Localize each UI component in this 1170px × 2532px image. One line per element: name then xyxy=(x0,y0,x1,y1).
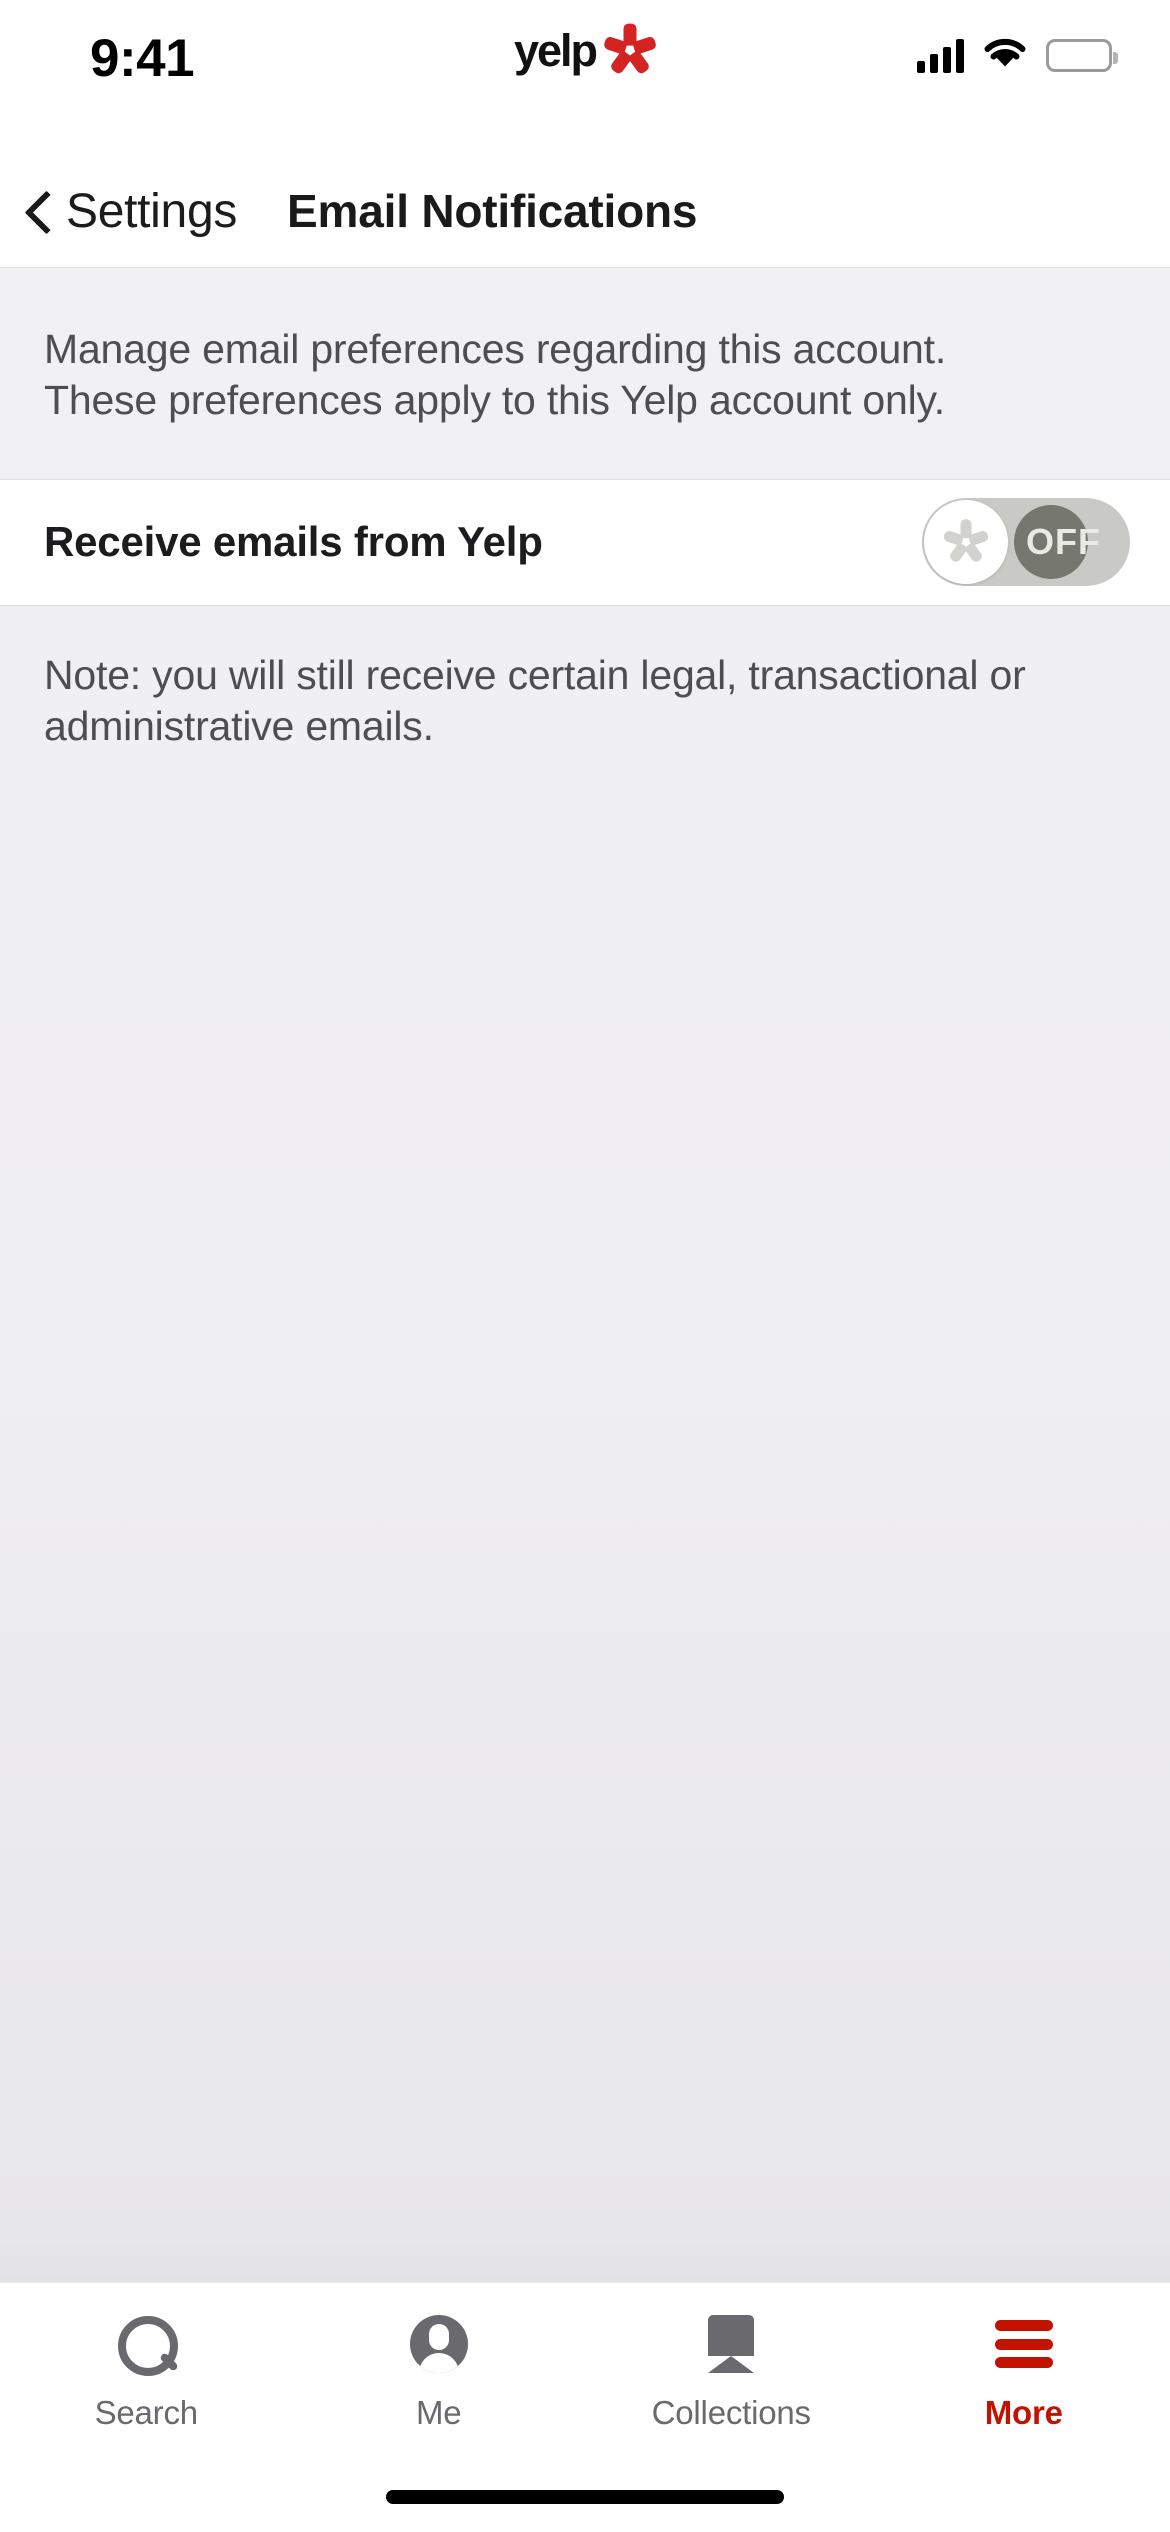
intro-description: Manage email preferences regarding this … xyxy=(0,268,1170,427)
toggle-state-label: OFF xyxy=(1026,521,1101,562)
nav-bar: Settings Email Notifications xyxy=(0,155,1170,268)
tab-collections-label: Collections xyxy=(651,2394,811,2431)
tab-me-label: Me xyxy=(416,2394,462,2431)
tab-more-label: More xyxy=(984,2394,1063,2431)
page-title: Email Notifications xyxy=(287,185,698,237)
receive-emails-toggle[interactable]: OFF xyxy=(922,498,1130,586)
tab-more[interactable]: More xyxy=(878,2311,1170,2432)
status-indicators xyxy=(917,36,1118,75)
toggle-knob[interactable] xyxy=(924,500,1008,584)
tab-search[interactable]: Search xyxy=(0,2311,293,2432)
intro-line-1: Manage email preferences regarding this … xyxy=(44,326,947,372)
signal-bars-icon xyxy=(917,38,964,73)
yelp-burst-icon xyxy=(942,519,990,565)
search-icon xyxy=(118,2311,179,2377)
note-description: Note: you will still receive certain leg… xyxy=(0,606,1170,753)
bookmark-icon xyxy=(708,2311,755,2377)
content-area: Manage email preferences regarding this … xyxy=(0,268,1170,2282)
back-button-label: Settings xyxy=(66,184,238,238)
tab-search-label: Search xyxy=(94,2394,199,2431)
tab-collections[interactable]: Collections xyxy=(585,2311,878,2432)
note-line-2: administrative emails. xyxy=(44,702,434,749)
app-screen: 9:41 yelp Settings Email Notifications M… xyxy=(0,0,1170,2532)
status-bar: 9:41 yelp xyxy=(0,0,1170,155)
hamburger-menu-icon xyxy=(994,2311,1053,2377)
receive-emails-label: Receive emails from Yelp xyxy=(44,518,543,565)
yelp-burst-icon xyxy=(602,23,658,76)
person-circle-icon xyxy=(409,2311,468,2377)
home-indicator xyxy=(386,2490,784,2504)
battery-icon xyxy=(1046,39,1118,72)
note-line-1: Note: you will still receive certain leg… xyxy=(44,651,1026,698)
yelp-wordmark: yelp xyxy=(513,24,598,76)
wifi-icon xyxy=(983,36,1027,75)
receive-emails-row[interactable]: Receive emails from Yelp OFF xyxy=(0,478,1170,606)
tab-me[interactable]: Me xyxy=(293,2311,586,2432)
intro-line-2: These preferences apply to this Yelp acc… xyxy=(44,377,945,424)
chevron-left-icon xyxy=(24,188,54,234)
back-button[interactable]: Settings xyxy=(24,184,237,239)
